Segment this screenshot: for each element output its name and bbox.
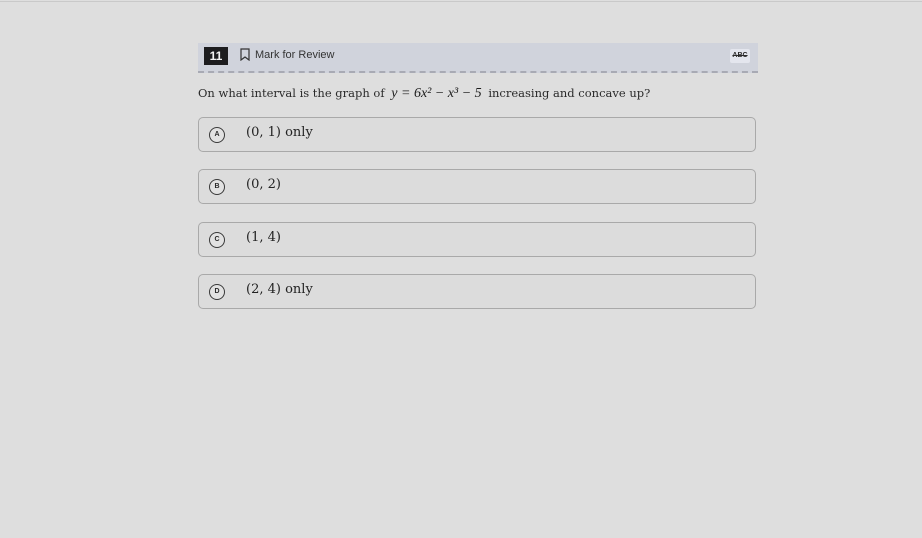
answer-choice-d[interactable]: D (2, 4) only [198, 274, 756, 309]
choice-letter-a: A [209, 127, 225, 143]
equation: y = 6x² − x³ − 5 [391, 86, 482, 101]
choice-letter-b: B [209, 179, 225, 195]
answer-choice-b[interactable]: B (0, 2) [198, 169, 756, 204]
strikethrough-abc-button[interactable]: ABC [730, 49, 750, 63]
answer-choice-c[interactable]: C (1, 4) [198, 222, 756, 257]
choice-text-b: (0, 2) [246, 177, 281, 192]
mark-for-review-button[interactable]: Mark for Review [240, 48, 334, 61]
question-header: 11 Mark for Review ABC [198, 43, 758, 73]
top-divider [0, 1, 922, 2]
bookmark-icon [240, 48, 250, 61]
prompt-prefix: On what interval is the graph of [198, 86, 385, 100]
choice-letter-c: C [209, 232, 225, 248]
choice-text-a: (0, 1) only [246, 125, 313, 140]
choice-text-d: (2, 4) only [246, 282, 313, 297]
mark-for-review-label: Mark for Review [255, 48, 335, 61]
choice-letter-d: D [209, 284, 225, 300]
choice-text-c: (1, 4) [246, 230, 281, 245]
answer-choice-a[interactable]: A (0, 1) only [198, 117, 756, 152]
prompt-suffix: increasing and concave up? [488, 86, 651, 100]
question-prompt: On what interval is the graph of y = 6x²… [198, 86, 650, 102]
question-number: 11 [204, 47, 228, 65]
